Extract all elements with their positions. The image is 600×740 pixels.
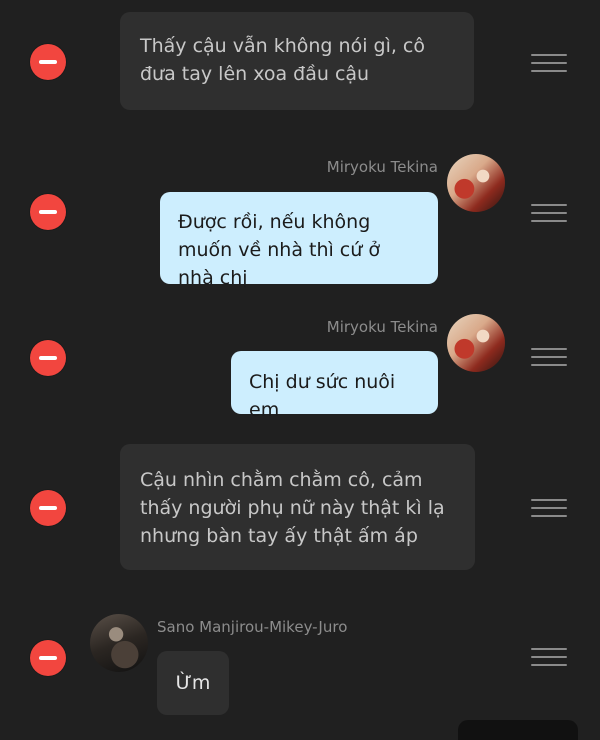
drag-handle-icon[interactable] (531, 348, 567, 366)
sender-name: Miryoku Tekina (326, 158, 438, 176)
next-message-bubble-partial (458, 720, 578, 740)
sender-name: Miryoku Tekina (326, 318, 438, 336)
other-message-bubble: Ừm (157, 651, 229, 715)
message-row: Miryoku Tekina Chị dư sức nuôi em (0, 310, 600, 421)
self-message-bubble: Chị dư sức nuôi em (231, 351, 438, 421)
narration-bubble: Cậu nhìn chằm chằm cô, cảm thấy người ph… (120, 444, 475, 570)
message-row: Cậu nhìn chằm chằm cô, cảm thấy người ph… (0, 440, 600, 580)
narration-bubble: Thấy cậu vẫn không nói gì, cô đưa tay lê… (120, 12, 474, 110)
avatar[interactable] (447, 154, 505, 212)
delete-message-button[interactable] (30, 44, 66, 80)
message-text: Được rồi, nếu không muốn về nhà thì cứ ở… (178, 211, 380, 289)
avatar[interactable] (90, 614, 148, 672)
self-message-bubble: Được rồi, nếu không muốn về nhà thì cứ ở… (160, 192, 438, 289)
avatar[interactable] (447, 314, 505, 372)
message-text: Ừm (175, 672, 211, 694)
drag-handle-icon[interactable] (531, 54, 567, 72)
message-text: Cậu nhìn chằm chằm cô, cảm thấy người ph… (140, 469, 445, 547)
message-text: Thấy cậu vẫn không nói gì, cô đưa tay lê… (140, 35, 425, 85)
delete-message-button[interactable] (30, 640, 66, 676)
delete-message-button[interactable] (30, 490, 66, 526)
drag-handle-icon[interactable] (531, 499, 567, 517)
message-row: Miryoku Tekina Được rồi, nếu không muốn … (0, 150, 600, 290)
sender-name: Sano Manjirou-Mikey-Juro (157, 618, 348, 636)
message-row: Thấy cậu vẫn không nói gì, cô đưa tay lê… (0, 0, 600, 120)
message-row: Sano Manjirou-Mikey-Juro Ừm (0, 610, 600, 729)
drag-handle-icon[interactable] (531, 648, 567, 666)
delete-message-button[interactable] (30, 340, 66, 376)
message-text: Chị dư sức nuôi em (249, 371, 396, 421)
delete-message-button[interactable] (30, 194, 66, 230)
drag-handle-icon[interactable] (531, 204, 567, 222)
